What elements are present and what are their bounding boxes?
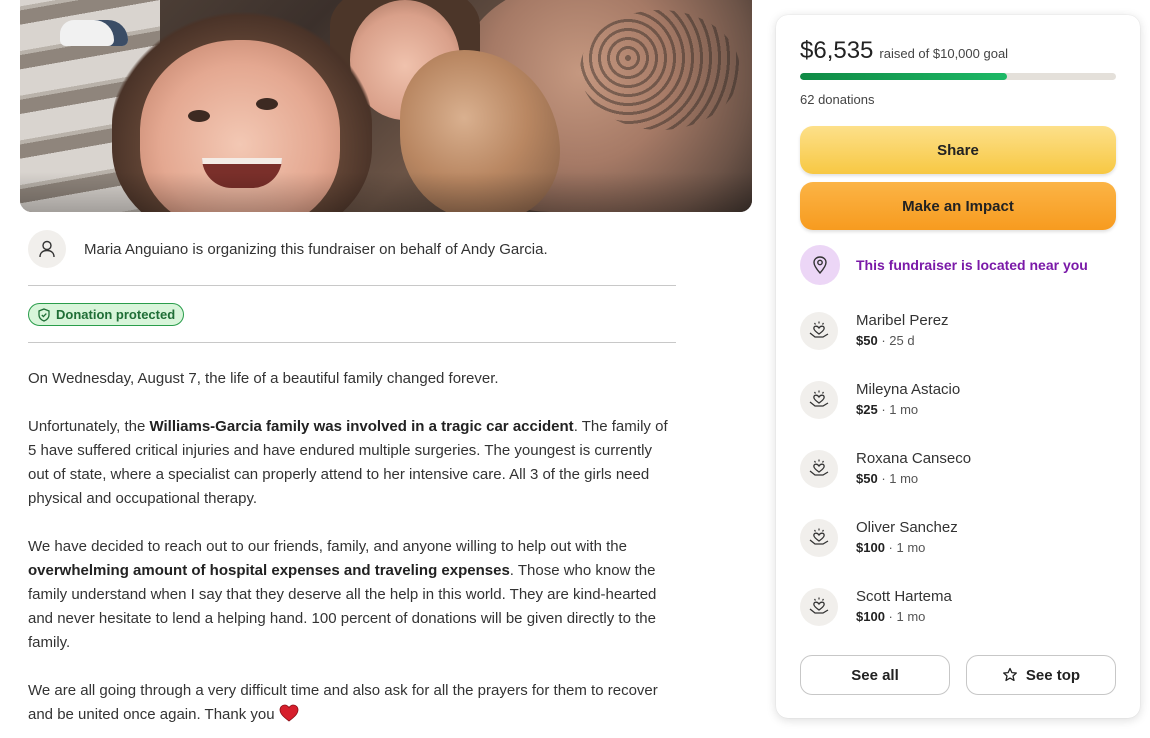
progress-bar [800,73,1116,80]
divider [28,342,676,343]
shield-icon [38,307,50,322]
story-paragraph: On Wednesday, August 7, the life of a be… [28,370,499,387]
donor-name: Roxana Canseco [856,450,972,467]
heart-icon [279,704,299,730]
donor-name: Mileyna Astacio [856,381,961,398]
donor-item: Maribel Perez $50 · 25 d [800,311,949,351]
photo-tattoo [580,10,740,130]
see-top-button[interactable]: See top [966,655,1116,695]
story-paragraph: We are all going through a very difficul… [28,679,676,730]
donor-item: Oliver Sanchez $100 · 1 mo [800,518,958,558]
organizer-text: Maria Anguiano is organizing this fundra… [84,240,548,258]
donor-name: Maribel Perez [856,312,949,329]
donations-count: 62 donations [800,92,875,107]
donor-meta: $25 · 1 mo [856,402,919,417]
story-paragraph: We have decided to reach out to our frie… [28,538,657,651]
badge-label: Donation protected [56,307,176,322]
donation-heart-hand-icon [800,450,838,488]
donor-item: Scott Hartema $100 · 1 mo [800,587,952,627]
donation-protected-badge[interactable]: Donation protected [28,303,185,326]
donation-heart-hand-icon [800,588,838,626]
photo-shoe [60,20,128,46]
see-all-button[interactable]: See all [800,655,950,695]
story-text: On Wednesday, August 7, the life of a be… [28,367,676,738]
hero-photo [20,0,752,212]
star-icon [1002,667,1017,682]
donor-name: Oliver Sanchez [856,519,958,536]
donor-meta: $50 · 1 mo [856,471,919,486]
donor-meta: $100 · 1 mo [856,609,926,624]
donor-meta: $50 · 25 d [856,333,915,348]
see-all-label: See all [851,666,899,684]
story-paragraph: Unfortunately, the Williams-Garcia famil… [28,418,668,507]
user-icon [39,240,55,258]
avatar[interactable] [28,230,66,268]
donation-heart-hand-icon [800,312,838,350]
make-impact-button[interactable]: Make an Impact [800,182,1116,230]
amount-row: $6,535 raised of $10,000 goal [800,37,1008,65]
raised-amount: $6,535 [800,37,874,64]
organizer-row: Maria Anguiano is organizing this fundra… [28,229,676,269]
divider [28,285,676,286]
share-button[interactable]: Share [800,126,1116,174]
location-notice[interactable]: This fundraiser is located near you [800,245,1088,285]
photo-eye [188,110,210,122]
donor-name: Scott Hartema [856,588,952,605]
goal-text: raised of $10,000 goal [879,46,1009,61]
see-top-label: See top [1025,666,1081,684]
photo-eye [256,98,278,110]
donor-item: Roxana Canseco $50 · 1 mo [800,449,971,489]
location-text: This fundraiser is located near you [856,257,1088,273]
donor-meta: $100 · 1 mo [856,540,926,555]
photo-shade [20,172,752,212]
location-pin-icon [800,245,840,285]
donation-sidebar-card: $6,535 raised of $10,000 goal 62 donatio… [776,15,1140,718]
donor-item: Mileyna Astacio $25 · 1 mo [800,380,960,420]
donation-heart-hand-icon [800,381,838,419]
progress-fill [800,73,1007,80]
donation-heart-hand-icon [800,519,838,557]
